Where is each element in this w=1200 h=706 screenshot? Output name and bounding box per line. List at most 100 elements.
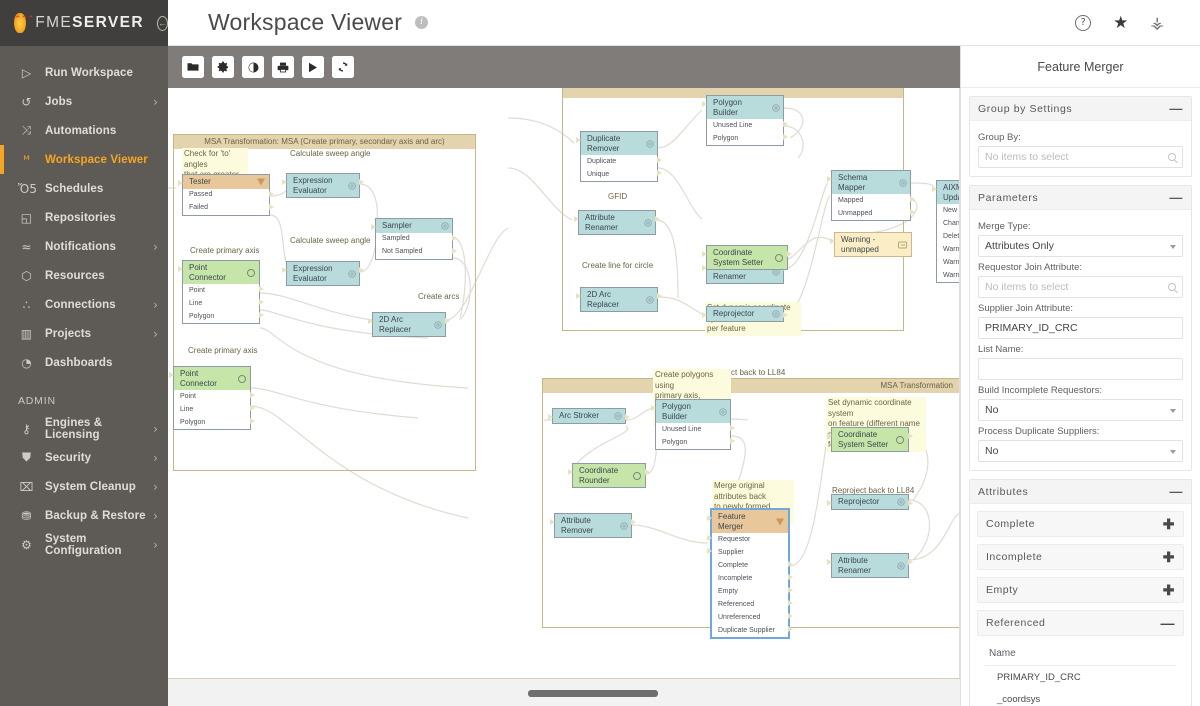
favorite-star-icon[interactable]: ★ xyxy=(1113,13,1128,33)
parameters-header[interactable]: Parameters — xyxy=(970,186,1191,210)
node-port[interactable]: Polygon xyxy=(174,416,250,429)
transformer-node-duplicate-remover[interactable]: Duplicate RemoverDuplicateUnique xyxy=(580,131,658,182)
node-port[interactable]: Unmapped xyxy=(832,207,910,220)
node-port[interactable]: Polygon xyxy=(707,132,783,145)
node-port[interactable]: Incomplete xyxy=(712,572,788,585)
transformer-node-feature-merger[interactable]: Feature MergerRequestorSupplierCompleteI… xyxy=(710,508,790,639)
transformer-node-expression-evaluator-1[interactable]: Expression Evaluator xyxy=(286,173,360,198)
transformer-node-expression-evaluator-2[interactable]: Expression Evaluator xyxy=(286,261,360,286)
list-name-input[interactable] xyxy=(978,358,1183,380)
transformer-node-sampler[interactable]: SamplerSampledNot Sampled xyxy=(375,218,453,260)
node-port[interactable]: New xyxy=(937,204,960,217)
node-port[interactable]: Polygon xyxy=(656,436,730,449)
referenced-attribute-row[interactable]: _coordsys xyxy=(985,688,1184,706)
collapse-icon[interactable]: — xyxy=(1169,485,1183,498)
expand-icon[interactable]: ✚ xyxy=(1163,517,1175,531)
node-port[interactable]: Duplicate Supplier xyxy=(712,624,788,637)
node-port[interactable]: Mapped xyxy=(832,194,910,207)
run-button[interactable] xyxy=(302,56,324,78)
collapse-icon[interactable]: — xyxy=(1169,102,1183,115)
node-port[interactable]: Empty xyxy=(712,585,788,598)
expand-icon[interactable]: ✚ xyxy=(1163,583,1175,597)
node-port[interactable]: Requestor xyxy=(712,533,788,546)
node-port[interactable]: Passed xyxy=(183,189,269,202)
transformer-node-coordinate-system-setter-1[interactable]: Coordinate System Setter xyxy=(706,245,788,270)
node-port[interactable]: Warn-miss xyxy=(937,256,960,269)
transformer-node-coordinate-system-setter-2[interactable]: Coordinate System Setter xyxy=(831,427,909,452)
brand-header[interactable]: FMESERVER ← xyxy=(0,0,168,46)
node-port[interactable]: Failed xyxy=(183,202,269,215)
group-by-settings-header[interactable]: Group by Settings — xyxy=(970,97,1191,121)
merge-type-select[interactable]: Attributes Only xyxy=(978,235,1183,257)
transformer-node-reprojector-2[interactable]: Reprojector xyxy=(831,494,909,510)
sidebar-item-dashboards[interactable]: ◔Dashboards xyxy=(0,348,168,377)
group-by-input[interactable]: No items to select xyxy=(978,146,1183,168)
sidebar-item-connections[interactable]: ∴Connections› xyxy=(0,290,168,319)
node-port[interactable]: Referenced xyxy=(712,598,788,611)
requestor-join-input[interactable]: No items to select xyxy=(978,276,1183,298)
transformer-node-aixm-updater[interactable]: AIXM UpdaterNewChangeDeleteWarn-duplWarn… xyxy=(936,180,960,283)
workspace-canvas[interactable]: MSA Transformation: MSA (Create primary,… xyxy=(168,88,960,678)
node-port[interactable]: Line xyxy=(174,403,250,416)
info-icon[interactable]: i xyxy=(415,16,428,29)
node-port[interactable]: Point xyxy=(174,390,250,403)
sidebar-item-security[interactable]: ⛊Security› xyxy=(0,443,168,472)
sidebar-item-system-configuration[interactable]: ⚙System Configuration› xyxy=(0,530,168,559)
node-port[interactable]: Supplier xyxy=(712,546,788,559)
build-incomplete-select[interactable]: No xyxy=(978,399,1183,421)
info-button[interactable] xyxy=(242,56,264,78)
print-button[interactable] xyxy=(272,56,294,78)
process-duplicate-select[interactable]: No xyxy=(978,440,1183,462)
supplier-join-input[interactable]: PRIMARY_ID_CRC xyxy=(978,317,1183,339)
sidebar-item-system-cleanup[interactable]: ⌧System Cleanup› xyxy=(0,472,168,501)
settings-button[interactable] xyxy=(212,56,234,78)
sidebar-item-notifications[interactable]: ≈Notifications› xyxy=(0,232,168,261)
collapse-left-icon[interactable]: ← xyxy=(157,16,168,31)
node-port[interactable]: Warn-dupl xyxy=(937,243,960,256)
transformer-node-2d-arc-replacer-1[interactable]: 2D Arc Replacer xyxy=(372,312,446,337)
attributes-header[interactable]: Attributes — xyxy=(970,480,1191,504)
sidebar-item-engines-licensing[interactable]: ⚷Engines & Licensing› xyxy=(0,414,168,443)
node-port[interactable]: Unused Line xyxy=(656,423,730,436)
transformer-node-attribute-remover[interactable]: Attribute Remover xyxy=(554,513,632,538)
node-port[interactable]: Delete xyxy=(937,230,960,243)
transformer-node-tester[interactable]: TesterPassedFailed xyxy=(182,174,270,216)
transformer-node-arc-stroker[interactable]: Arc Stroker xyxy=(552,408,626,424)
user-avatar-icon[interactable]: ⚶ xyxy=(1150,13,1164,32)
canvas-surface[interactable]: MSA Transformation: MSA (Create primary,… xyxy=(168,88,960,678)
node-port[interactable]: Unique xyxy=(581,168,657,181)
collapse-icon[interactable]: — xyxy=(1161,616,1176,630)
node-port[interactable]: Unused Line xyxy=(707,119,783,132)
node-port[interactable]: Warn-unka xyxy=(937,269,960,282)
sidebar-item-projects[interactable]: ▥Projects› xyxy=(0,319,168,348)
transformer-node-2d-arc-replacer-2[interactable]: 2D Arc Replacer xyxy=(580,287,658,312)
transformer-node-attribute-renamer-1[interactable]: Attribute Renamer xyxy=(578,210,656,235)
expand-icon[interactable]: ✚ xyxy=(1163,550,1175,564)
sidebar-item-automations[interactable]: ⤨Automations xyxy=(0,116,168,145)
collapse-icon[interactable]: — xyxy=(1169,191,1183,204)
horizontal-scrollbar[interactable] xyxy=(528,690,658,697)
refresh-button[interactable] xyxy=(332,56,354,78)
transformer-node-warning-unmapped[interactable]: Warning - unmapped xyxy=(834,232,912,257)
attribute-group-incomplete[interactable]: Incomplete✚ xyxy=(977,544,1184,570)
node-port[interactable]: Line xyxy=(183,297,259,310)
transformer-node-point-connector-1[interactable]: Point ConnectorPointLinePolygon xyxy=(182,260,260,324)
transformer-node-point-connector-2[interactable]: Point ConnectorPointLinePolygon xyxy=(173,366,251,430)
transformer-node-attribute-renamer-3[interactable]: Attribute Renamer xyxy=(831,553,909,578)
sidebar-item-resources[interactable]: ⬡Resources xyxy=(0,261,168,290)
sidebar-item-backup-restore[interactable]: ⛃Backup & Restore› xyxy=(0,501,168,530)
node-port[interactable]: Unreferenced xyxy=(712,611,788,624)
transformer-node-polygon-builder-2[interactable]: Polygon BuilderUnused LinePolygon xyxy=(655,399,731,450)
sidebar-item-run-workspace[interactable]: ▷Run Workspace xyxy=(0,58,168,87)
attribute-group-referenced[interactable]: Referenced— xyxy=(977,610,1184,636)
sidebar-item-workspace-viewer[interactable]: ᴹWorkspace Viewer xyxy=(0,145,168,174)
transformer-node-reprojector-1[interactable]: Reprojector xyxy=(706,306,784,322)
sidebar-item-schedules[interactable]: Ὄ5Schedules xyxy=(0,174,168,203)
transformer-node-schema-mapper[interactable]: Schema MapperMappedUnmapped xyxy=(831,170,911,221)
sidebar-item-jobs[interactable]: ↺Jobs› xyxy=(0,87,168,116)
open-folder-button[interactable] xyxy=(182,56,204,78)
transformer-node-polygon-builder-1[interactable]: Polygon BuilderUnused LinePolygon xyxy=(706,95,784,146)
sidebar-item-repositories[interactable]: ◱Repositories xyxy=(0,203,168,232)
node-port[interactable]: Polygon xyxy=(183,310,259,323)
attribute-group-complete[interactable]: Complete✚ xyxy=(977,511,1184,537)
